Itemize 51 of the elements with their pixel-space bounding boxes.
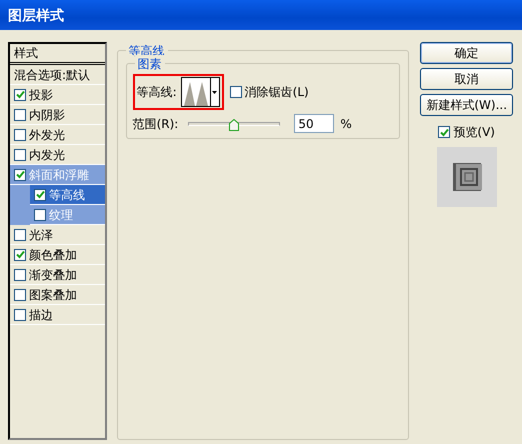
item-label: 光泽 [29,226,53,244]
list-item[interactable]: 渐变叠加 [10,265,105,285]
list-item[interactable]: 光泽 [10,225,105,245]
contour-picker[interactable] [180,77,220,107]
checkbox[interactable] [34,188,46,200]
field-label: 范围(R): [132,116,178,132]
checkbox[interactable] [14,128,26,140]
item-label: 纹理 [49,206,73,224]
list-item[interactable]: 混合选项:默认 [10,65,105,85]
unit-label: % [340,116,352,132]
checkbox[interactable] [438,126,450,138]
item-label: 投影 [29,86,53,104]
list-item[interactable]: 内阴影 [10,105,105,125]
list-item[interactable]: 投影 [10,85,105,105]
list-item[interactable]: 外发光 [10,125,105,145]
list-item[interactable]: 等高线 [30,185,105,205]
checkbox[interactable] [14,228,26,240]
checkbox[interactable] [14,308,26,320]
range-input[interactable]: 50 [294,114,334,133]
dialog-button[interactable]: 新建样式(W)... [420,94,514,116]
checkbox[interactable] [14,108,26,120]
item-label: 外发光 [29,126,65,144]
list-item[interactable]: 颜色叠加 [10,245,105,265]
item-label: 内发光 [29,146,65,164]
checkbox-label: 预览(V) [453,124,495,141]
checkbox[interactable] [34,208,46,220]
list-header: 样式 [10,44,105,65]
field-label: 等高线: [136,84,177,101]
checkbox[interactable] [14,168,26,180]
item-label: 渐变叠加 [29,266,77,284]
checkbox-label: 消除锯齿(L) [244,84,309,101]
list-item[interactable]: 描边 [10,305,105,325]
window-title: 图层样式 [0,0,522,30]
dialog-button[interactable]: 取消 [420,68,514,90]
dialog-button[interactable]: 确定 [420,42,514,64]
item-label: 等高线 [49,186,85,204]
item-label: 斜面和浮雕 [29,166,89,184]
checkbox[interactable] [14,288,26,300]
checkbox[interactable] [230,86,242,98]
item-label: 描边 [29,306,53,324]
checkbox[interactable] [14,268,26,280]
item-label: 颜色叠加 [29,246,77,264]
style-preview-drawing [436,147,497,207]
checkbox[interactable] [14,88,26,100]
dropdown-arrow-icon[interactable] [210,78,219,106]
checkbox[interactable] [14,148,26,160]
list-item[interactable]: 图案叠加 [10,285,105,305]
item-label: 图案叠加 [29,286,77,304]
item-label: 内阴影 [29,106,65,124]
checkbox[interactable] [14,248,26,260]
group-title: 图素 [134,55,165,73]
